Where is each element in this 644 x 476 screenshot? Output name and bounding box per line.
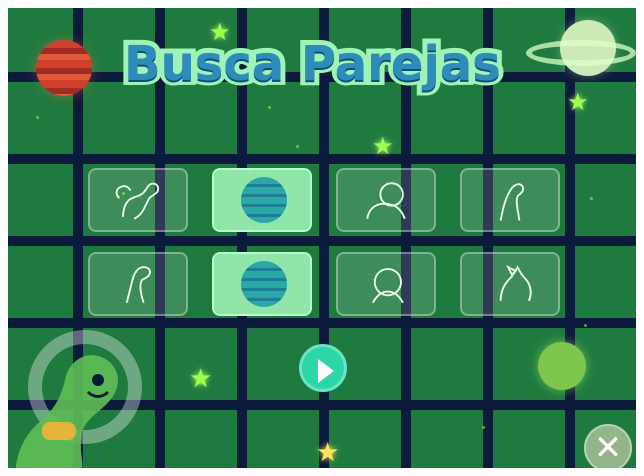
memory-card[interactable] — [460, 168, 560, 232]
star-icon: ★ — [567, 88, 589, 116]
red-planet-icon — [36, 40, 92, 96]
pegasus-outline-icon — [115, 182, 160, 220]
memory-card[interactable] — [88, 252, 188, 316]
striped-planet-icon — [241, 261, 287, 307]
sparkle-dot — [36, 116, 39, 119]
goose-outline-icon — [125, 266, 151, 304]
grid-line — [0, 236, 644, 246]
sparkle-dot — [268, 106, 271, 109]
memory-card[interactable] — [212, 252, 312, 316]
memory-card[interactable] — [336, 168, 436, 232]
game-stage: ★ ★ ★ ★ ★ Busca Parejas ✕ — [0, 0, 644, 476]
dino-mascot-icon — [15, 355, 118, 476]
sparkle-dot — [590, 197, 593, 200]
close-icon: ✕ — [593, 428, 623, 468]
memory-card[interactable] — [88, 168, 188, 232]
star-icon: ★ — [372, 132, 394, 160]
grid-line — [0, 154, 644, 164]
dodo-outline-icon — [372, 268, 404, 304]
memory-card[interactable] — [212, 168, 312, 232]
sparkle-dot — [482, 426, 485, 429]
game-title: Busca Parejas — [119, 31, 506, 97]
play-icon — [318, 359, 334, 383]
ringed-planet-icon — [526, 18, 636, 78]
memory-card[interactable] — [336, 252, 436, 316]
sparkle-dot — [584, 324, 587, 327]
grid-line — [0, 318, 644, 328]
close-button[interactable]: ✕ — [584, 424, 632, 472]
memory-card[interactable] — [460, 252, 560, 316]
play-button[interactable] — [299, 344, 347, 392]
fox-outline-icon — [499, 265, 532, 302]
llama-outline-icon — [499, 183, 525, 221]
lion-outline-icon — [366, 182, 406, 220]
sparkle-dot — [296, 145, 299, 148]
striped-planet-icon — [241, 177, 287, 223]
star-icon: ★ — [189, 364, 213, 394]
green-planet-icon — [538, 342, 586, 390]
star-icon: ★ — [316, 438, 340, 468]
